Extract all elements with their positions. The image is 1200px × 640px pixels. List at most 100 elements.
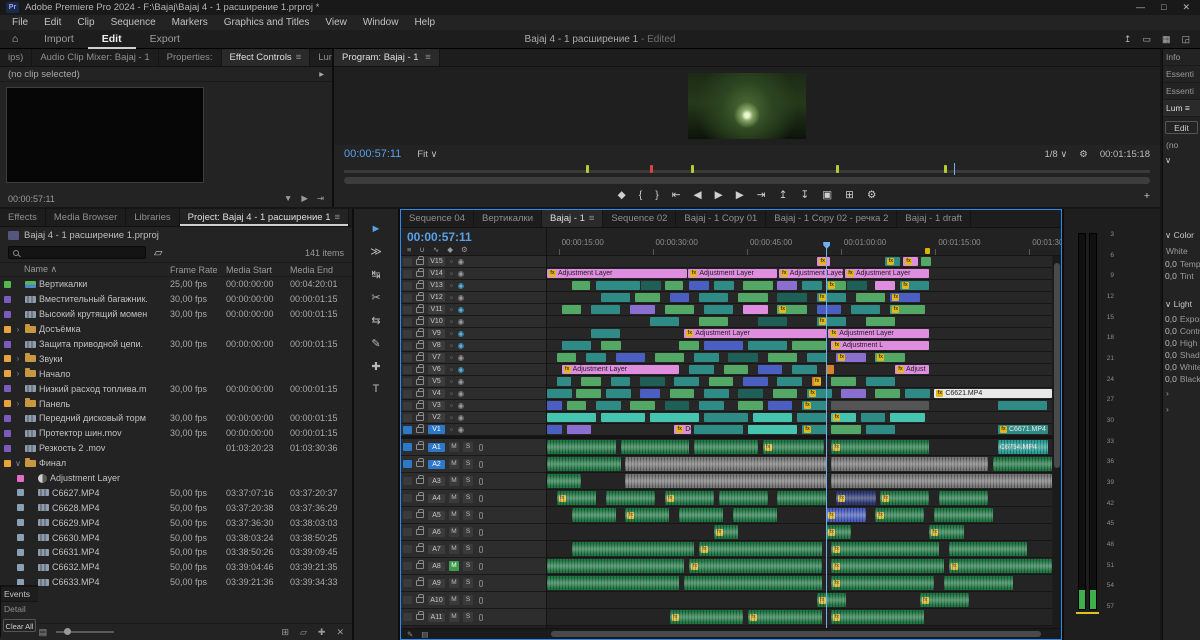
timeline-clip[interactable] bbox=[615, 353, 645, 362]
solo-button[interactable]: S bbox=[463, 612, 473, 622]
track-name-button[interactable]: V8 bbox=[428, 341, 445, 350]
source-patch-nub[interactable] bbox=[403, 317, 412, 326]
timeline-clip[interactable] bbox=[841, 389, 867, 398]
sync-lock-icon[interactable]: ▫ bbox=[450, 293, 453, 302]
track-name-button[interactable]: A2 bbox=[428, 459, 445, 469]
timeline-clip[interactable]: fx bbox=[816, 317, 846, 326]
label-color-chip[interactable] bbox=[17, 519, 24, 527]
timeline-clip[interactable]: fx bbox=[890, 305, 925, 314]
timeline-clip[interactable] bbox=[547, 457, 621, 471]
track-output-eye-icon[interactable]: ◉ bbox=[458, 425, 465, 434]
track-header-v8[interactable]: V8 ▫ ◉ bbox=[401, 340, 546, 352]
timeline-clip[interactable]: fx Adjustment Layer bbox=[561, 365, 680, 374]
solo-button[interactable]: S bbox=[463, 561, 473, 571]
source-patch-nub[interactable] bbox=[403, 341, 412, 350]
timeline-clip[interactable] bbox=[547, 559, 685, 573]
source-timecode[interactable]: 00:00:57:11 bbox=[8, 194, 55, 204]
project-item-row[interactable]: Высокий крутящий момен 30,00 fps 00:00:00:… bbox=[0, 307, 352, 322]
track-name-button[interactable]: A8 bbox=[428, 561, 445, 571]
param-tint[interactable]: 0,0 Tint bbox=[1163, 270, 1200, 282]
param-value[interactable]: 0,0 bbox=[1165, 314, 1177, 324]
timeline-clip[interactable] bbox=[777, 281, 797, 290]
maximize-icon[interactable]: ◲ bbox=[1181, 34, 1190, 45]
track-name-button[interactable]: V6 bbox=[428, 365, 445, 374]
track-name-button[interactable]: V11 bbox=[428, 305, 445, 314]
snap-icon[interactable]: ∪ bbox=[419, 245, 425, 254]
new-bin-icon[interactable]: ▱ bbox=[300, 627, 307, 638]
track-lane-v9[interactable]: fx Adjustment Layer fx Adjustment Layer bbox=[547, 328, 1052, 340]
voiceover-record-icon[interactable] bbox=[479, 494, 483, 502]
param-value[interactable]: 0,0 bbox=[1165, 350, 1177, 360]
add-marker-icon[interactable]: ◆ bbox=[447, 245, 453, 254]
linked-selection-icon[interactable]: ∿ bbox=[433, 245, 439, 254]
timeline-clip[interactable]: fx bbox=[836, 353, 866, 362]
param-high[interactable]: 0,0 High bbox=[1163, 337, 1200, 349]
project-item-row[interactable]: C6629.MP4 50,00 fps 03:37:36:30 03:38:03:03 bbox=[0, 515, 352, 530]
menu-markers[interactable]: Markers bbox=[164, 15, 216, 30]
selection-tool[interactable]: ► bbox=[371, 223, 382, 235]
timeline-clip[interactable] bbox=[639, 377, 665, 386]
timeline-clip[interactable]: fx bbox=[664, 491, 714, 505]
menu-window[interactable]: Window bbox=[355, 15, 407, 30]
project-item-row[interactable]: C6633.MP4 50,00 fps 03:39:21:36 03:39:34:33 bbox=[0, 575, 352, 590]
track-lock-icon[interactable] bbox=[416, 526, 424, 535]
track-name-button[interactable]: V9 bbox=[428, 329, 445, 338]
track-lock-icon[interactable] bbox=[416, 364, 424, 373]
param-temp[interactable]: 0,0 Temp bbox=[1163, 258, 1200, 270]
menu-view[interactable]: View bbox=[317, 15, 355, 30]
timeline-clip[interactable] bbox=[875, 389, 900, 398]
minimize-button[interactable]: — bbox=[1136, 2, 1145, 13]
timeline-clip[interactable] bbox=[689, 281, 709, 290]
scrubber-marker[interactable] bbox=[835, 165, 839, 173]
timeline-clip[interactable]: fx bbox=[831, 440, 930, 454]
project-item-row[interactable]: › Досъёмка bbox=[0, 322, 352, 337]
track-name-button[interactable]: V7 bbox=[428, 353, 445, 362]
project-breadcrumb[interactable]: Bajaj 4 - 1 расширение 1.prproj bbox=[0, 227, 352, 243]
timeline-clip[interactable] bbox=[890, 413, 925, 422]
timeline-clip[interactable] bbox=[777, 293, 807, 302]
timeline-clip[interactable]: fx bbox=[875, 353, 905, 362]
timeline-clip[interactable] bbox=[767, 353, 797, 362]
timeline-clip[interactable] bbox=[723, 365, 749, 374]
source-patch-nub[interactable] bbox=[403, 477, 412, 485]
expand-caret[interactable]: › bbox=[14, 369, 22, 378]
timeline-clip[interactable] bbox=[581, 377, 602, 386]
solo-button[interactable]: S bbox=[463, 442, 473, 452]
label-color-chip[interactable] bbox=[4, 385, 11, 393]
source-patch-nub[interactable] bbox=[403, 401, 412, 410]
label-color-chip[interactable] bbox=[4, 370, 11, 378]
timeline-clip[interactable] bbox=[796, 413, 827, 422]
track-lock-icon[interactable] bbox=[416, 412, 424, 421]
track-name-button[interactable]: V13 bbox=[428, 281, 445, 290]
timeline-clip[interactable]: fx bbox=[885, 257, 901, 266]
timeline-clip[interactable] bbox=[948, 542, 1028, 556]
timeline-clip[interactable] bbox=[807, 353, 827, 362]
project-item-row[interactable]: Протектор шин.mov 30,00 fps 00:00:00:00 00:… bbox=[0, 426, 352, 441]
track-name-button[interactable]: A7 bbox=[428, 544, 445, 554]
track-header-a8[interactable]: A8 M S bbox=[401, 558, 546, 575]
timeline-clip[interactable] bbox=[699, 293, 729, 302]
mute-button[interactable]: M bbox=[449, 595, 459, 605]
project-item-row[interactable]: ∨ Финал bbox=[0, 456, 352, 471]
voiceover-record-icon[interactable] bbox=[479, 460, 483, 468]
voiceover-record-icon[interactable] bbox=[479, 511, 483, 519]
param-value[interactable]: 0,0 bbox=[1165, 259, 1177, 269]
transport-mark-out[interactable]: } bbox=[655, 190, 659, 201]
track-output-eye-icon[interactable]: ◉ bbox=[458, 341, 465, 350]
transport-step-back[interactable]: ◀ bbox=[694, 190, 702, 201]
timeline-clip[interactable] bbox=[777, 377, 802, 386]
timeline-clip[interactable]: fx bbox=[807, 389, 832, 398]
voiceover-record-icon[interactable] bbox=[479, 528, 483, 536]
track-header-a5[interactable]: A5 M S bbox=[401, 507, 546, 524]
timeline-clip[interactable] bbox=[846, 281, 868, 290]
sync-lock-icon[interactable]: ▫ bbox=[450, 329, 453, 338]
tab-libraries[interactable]: Libraries bbox=[126, 209, 180, 226]
source-patch-nub[interactable] bbox=[403, 613, 412, 621]
search-input[interactable] bbox=[8, 246, 146, 259]
timeline-clip[interactable]: fx bbox=[802, 425, 827, 434]
track-name-button[interactable]: A9 bbox=[428, 578, 445, 588]
workspace-tab-import[interactable]: Import bbox=[30, 30, 88, 49]
track-lane-a5[interactable]: fxfxfx bbox=[547, 507, 1052, 524]
mute-button[interactable]: M bbox=[449, 612, 459, 622]
track-output-eye-icon[interactable]: ◉ bbox=[458, 317, 465, 326]
